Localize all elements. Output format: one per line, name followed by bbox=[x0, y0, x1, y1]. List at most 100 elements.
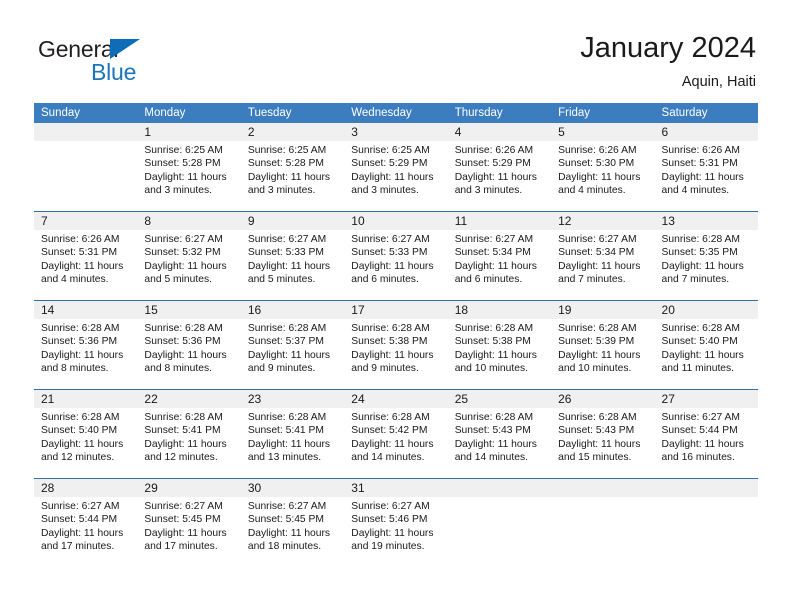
sunset-line: Sunset: 5:31 PM bbox=[41, 247, 118, 259]
sunset-line: Sunset: 5:39 PM bbox=[558, 336, 635, 348]
sunset-line: Sunset: 5:41 PM bbox=[247, 425, 324, 437]
day-cell-26[interactable]: 26 Sunrise: 6:28 AM Sunset: 5:43 PM Dayligh… bbox=[551, 390, 655, 478]
day-number-band: 4 bbox=[447, 123, 552, 141]
daylight-line-2: and 5 minutes. bbox=[247, 274, 316, 286]
weekday-header-sunday: Sunday bbox=[41, 107, 81, 119]
day-number-band: 19 bbox=[551, 301, 655, 319]
day-details: Sunrise: 6:27 AM Sunset: 5:34 PM Daylight:… bbox=[551, 230, 654, 287]
day-cell-4[interactable]: 4 Sunrise: 6:26 AM Sunset: 5:29 PM Daylight… bbox=[447, 123, 552, 211]
day-cell-5[interactable]: 5 Sunrise: 6:26 AM Sunset: 5:30 PM Daylight… bbox=[551, 123, 655, 211]
day-cell-24[interactable]: 24 Sunrise: 6:28 AM Sunset: 5:42 PM Dayligh… bbox=[344, 390, 448, 478]
week-days: 28 Sunrise: 6:27 AM Sunset: 5:44 PM Dayligh… bbox=[34, 479, 758, 567]
day-cell-27[interactable]: 27 Sunrise: 6:27 AM Sunset: 5:44 PM Dayligh… bbox=[654, 390, 758, 478]
daylight-line-2: and 3 minutes. bbox=[351, 185, 419, 197]
day-cell-11[interactable]: 11 Sunrise: 6:27 AM Sunset: 5:34 PM Dayligh… bbox=[447, 212, 552, 300]
daylight-line-2: and 14 minutes. bbox=[351, 452, 425, 464]
day-number: 22 bbox=[144, 392, 158, 406]
sunrise-line: Sunrise: 6:26 AM bbox=[41, 234, 120, 245]
day-cell-23[interactable]: 23 Sunrise: 6:28 AM Sunset: 5:41 PM Dayligh… bbox=[240, 390, 345, 478]
sunrise-line: Sunrise: 6:28 AM bbox=[247, 412, 327, 423]
sunset-line: Sunset: 5:28 PM bbox=[144, 158, 221, 170]
day-cell-20[interactable]: 20 Sunrise: 6:28 AM Sunset: 5:40 PM Dayligh… bbox=[654, 301, 758, 389]
day-cell-17[interactable]: 17 Sunrise: 6:28 AM Sunset: 5:38 PM Dayligh… bbox=[344, 301, 448, 389]
day-number: 25 bbox=[454, 392, 469, 406]
day-details: Sunrise: 6:28 AM Sunset: 5:37 PM Daylight:… bbox=[241, 319, 344, 376]
day-number-band: 18 bbox=[447, 301, 552, 319]
sunrise-line: Sunrise: 6:28 AM bbox=[558, 323, 637, 334]
sunrise-line: Sunrise: 6:28 AM bbox=[454, 412, 534, 423]
day-cell-15[interactable]: 15 Sunrise: 6:28 AM Sunset: 5:36 PM Dayligh… bbox=[137, 301, 241, 389]
daylight-line-2: and 13 minutes. bbox=[247, 452, 322, 464]
daylight-line-2: and 3 minutes. bbox=[247, 185, 316, 197]
weekday-header-friday: Friday bbox=[558, 107, 591, 119]
day-cell-9[interactable]: 9 Sunrise: 6:27 AM Sunset: 5:33 PM Daylight… bbox=[240, 212, 345, 300]
day-cell-16[interactable]: 16 Sunrise: 6:28 AM Sunset: 5:37 PM Dayligh… bbox=[240, 301, 345, 389]
day-details: Sunrise: 6:28 AM Sunset: 5:38 PM Daylight:… bbox=[448, 319, 551, 376]
sunset-line: Sunset: 5:44 PM bbox=[661, 425, 738, 437]
day-cell-8[interactable]: 8 Sunrise: 6:27 AM Sunset: 5:32 PM Daylight… bbox=[137, 212, 241, 300]
sunrise-line: Sunrise: 6:27 AM bbox=[247, 501, 327, 512]
day-cell-13[interactable]: 13 Sunrise: 6:28 AM Sunset: 5:35 PM Dayligh… bbox=[654, 212, 758, 300]
daylight-line-1: Daylight: 11 hours bbox=[41, 349, 124, 361]
daylight-line-2: and 14 minutes. bbox=[454, 452, 528, 464]
day-details: Sunrise: 6:26 AM Sunset: 5:29 PM Daylight:… bbox=[448, 141, 551, 198]
day-cell-10[interactable]: 10 Sunrise: 6:27 AM Sunset: 5:33 PM Dayligh… bbox=[344, 212, 448, 300]
day-cell-14[interactable]: 14 Sunrise: 6:28 AM Sunset: 5:36 PM Dayligh… bbox=[34, 301, 138, 389]
day-number: 12 bbox=[558, 214, 572, 228]
day-cell-18[interactable]: 18 Sunrise: 6:28 AM Sunset: 5:38 PM Dayligh… bbox=[447, 301, 552, 389]
day-details: Sunrise: 6:25 AM Sunset: 5:28 PM Daylight:… bbox=[137, 141, 240, 198]
day-details: Sunrise: 6:27 AM Sunset: 5:44 PM Daylight:… bbox=[655, 408, 758, 465]
daylight-line-1: Daylight: 11 hours bbox=[558, 438, 641, 450]
sunset-line: Sunset: 5:32 PM bbox=[144, 247, 221, 259]
sunrise-line: Sunrise: 6:27 AM bbox=[661, 412, 740, 423]
daylight-line-2: and 17 minutes. bbox=[41, 541, 115, 553]
day-cell-30[interactable]: 30 Sunrise: 6:27 AM Sunset: 5:45 PM Dayligh… bbox=[240, 479, 345, 567]
sunrise-line: Sunrise: 6:27 AM bbox=[41, 501, 120, 512]
day-cell-31[interactable]: 31 Sunrise: 6:27 AM Sunset: 5:46 PM Dayligh… bbox=[344, 479, 448, 567]
sunset-line: Sunset: 5:38 PM bbox=[454, 336, 531, 348]
day-number-band: 5 bbox=[551, 123, 655, 141]
daylight-line-2: and 18 minutes. bbox=[247, 541, 322, 553]
day-cell-28[interactable]: 28 Sunrise: 6:27 AM Sunset: 5:44 PM Dayligh… bbox=[34, 479, 138, 567]
day-cell-3[interactable]: 3 Sunrise: 6:25 AM Sunset: 5:29 PM Daylight… bbox=[344, 123, 448, 211]
daylight-line-2: and 9 minutes. bbox=[351, 363, 419, 375]
day-number-band: 22 bbox=[137, 390, 241, 408]
daylight-line-2: and 6 minutes. bbox=[351, 274, 419, 286]
sunrise-line: Sunrise: 6:25 AM bbox=[247, 145, 327, 156]
day-details bbox=[551, 497, 654, 500]
day-cell-21[interactable]: 21 Sunrise: 6:28 AM Sunset: 5:40 PM Dayligh… bbox=[34, 390, 138, 478]
day-cell-22[interactable]: 22 Sunrise: 6:28 AM Sunset: 5:41 PM Dayligh… bbox=[137, 390, 241, 478]
page-subtitle: Aquin, Haiti bbox=[681, 74, 756, 90]
daylight-line-1: Daylight: 11 hours bbox=[247, 171, 331, 183]
title-block: January 2024 Aquin, Haiti bbox=[580, 30, 756, 92]
daylight-line-1: Daylight: 11 hours bbox=[144, 171, 227, 183]
day-cell-19[interactable]: 19 Sunrise: 6:28 AM Sunset: 5:39 PM Dayligh… bbox=[551, 301, 655, 389]
sunrise-line: Sunrise: 6:28 AM bbox=[41, 323, 120, 334]
daylight-line-2: and 8 minutes. bbox=[41, 363, 109, 375]
daylight-line-1: Daylight: 11 hours bbox=[351, 171, 434, 183]
day-number-band: 20 bbox=[654, 301, 758, 319]
daylight-line-1: Daylight: 11 hours bbox=[144, 438, 227, 450]
day-number-band bbox=[551, 479, 655, 497]
day-cell-1[interactable]: 1 Sunrise: 6:25 AM Sunset: 5:28 PM Daylight… bbox=[137, 123, 241, 211]
day-cell-2[interactable]: 2 Sunrise: 6:25 AM Sunset: 5:28 PM Daylight… bbox=[240, 123, 345, 211]
day-number-band: 30 bbox=[240, 479, 345, 497]
day-number-band: 1 bbox=[137, 123, 241, 141]
day-number: 16 bbox=[247, 303, 262, 317]
day-cell-7[interactable]: 7 Sunrise: 6:26 AM Sunset: 5:31 PM Daylight… bbox=[34, 212, 138, 300]
day-cell-29[interactable]: 29 Sunrise: 6:27 AM Sunset: 5:45 PM Dayligh… bbox=[137, 479, 241, 567]
day-cell-12[interactable]: 12 Sunrise: 6:27 AM Sunset: 5:34 PM Dayligh… bbox=[551, 212, 655, 300]
day-cell-6[interactable]: 6 Sunrise: 6:26 AM Sunset: 5:31 PM Daylight… bbox=[654, 123, 758, 211]
sunrise-line: Sunrise: 6:27 AM bbox=[351, 234, 430, 245]
day-number-band bbox=[34, 123, 138, 141]
daylight-line-1: Daylight: 11 hours bbox=[454, 260, 537, 272]
day-details bbox=[34, 141, 137, 144]
daylight-line-1: Daylight: 11 hours bbox=[351, 349, 434, 361]
day-number: 31 bbox=[351, 481, 365, 495]
day-cell-25[interactable]: 25 Sunrise: 6:28 AM Sunset: 5:43 PM Dayligh… bbox=[447, 390, 552, 478]
day-number: 20 bbox=[661, 303, 675, 317]
day-number-band: 10 bbox=[344, 212, 448, 230]
day-number-band: 29 bbox=[137, 479, 241, 497]
daylight-line-2: and 5 minutes. bbox=[144, 274, 212, 286]
day-number: 18 bbox=[454, 303, 469, 317]
